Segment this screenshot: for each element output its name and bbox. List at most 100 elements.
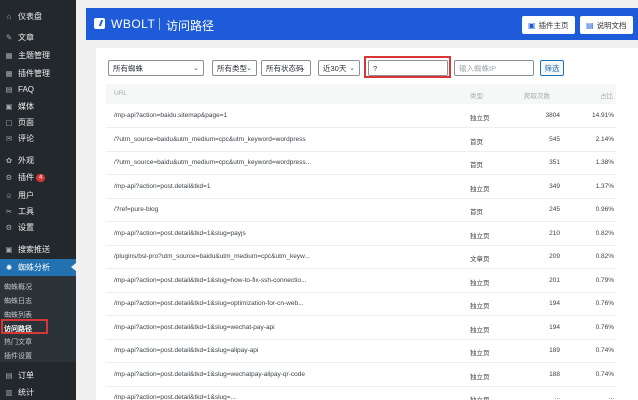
- table-row: /?utm_source=baidu&utm_medium=cpc&utm_ke…: [106, 152, 616, 175]
- url-cell[interactable]: /mp-api?action=post.detail&tkd=1&slug=pa…: [114, 230, 246, 237]
- url-cell[interactable]: /mp-api?action=post.detail&tkd=1&slug=we…: [114, 371, 305, 378]
- sidebar-item-9[interactable]: ⚙ 插件 4: [0, 170, 76, 185]
- sidebar-item-label: 设置: [18, 223, 34, 232]
- table-row: /mp-api?action=post.detail&tkd=1&slug=we…: [106, 317, 616, 340]
- faq-icon: ▤: [5, 85, 13, 94]
- comment-icon: ✉: [5, 134, 13, 143]
- plugin-home-label: 插件主页: [538, 20, 569, 30]
- sidebar-item-16[interactable]: ▥ 统计: [0, 385, 76, 400]
- doc-icon: ▤: [586, 20, 594, 30]
- sidebar-item-label: FAQ: [18, 85, 35, 94]
- type-cell: 独立页: [470, 350, 490, 357]
- type-cell: 独立页: [470, 326, 490, 334]
- sidebar-item-10[interactable]: ☺ 用户: [0, 188, 76, 203]
- table-row: /mp-api?action=post.detail&tkd=1&slug=we…: [106, 364, 616, 387]
- type-select[interactable]: 所有类型 ⌄: [212, 60, 257, 76]
- url-cell[interactable]: /?utm_source=baidu&utm_medium=cpc&utm_ke…: [114, 159, 311, 166]
- status-select[interactable]: 所有状态码 ⌄: [261, 60, 311, 76]
- plugin-manage-icon: ▦: [5, 69, 13, 78]
- table-row: /mp-api?action=post.detail&tkd=1&slug=pa…: [106, 223, 616, 246]
- url-cell[interactable]: /mp-api?action=post.detail&tkd=1&slug=we…: [114, 324, 275, 331]
- plugins-icon: ⚙: [5, 173, 13, 182]
- submenu-item-4[interactable]: 热门文章: [4, 337, 32, 347]
- pin-icon: ✎: [5, 33, 13, 42]
- sidebar-item-5[interactable]: ▣ 媒体: [0, 99, 76, 114]
- type-cell: 独立页: [470, 185, 490, 193]
- pct-cell: 0.74%: [595, 370, 614, 378]
- submenu-item-0[interactable]: 蜘蛛概况: [4, 282, 32, 292]
- sidebar-item-14[interactable]: ✺ 蜘蛛分析: [0, 259, 76, 276]
- sidebar-item-2[interactable]: ▦ 主题管理: [0, 48, 76, 63]
- sidebar-item-3[interactable]: ▦ 插件管理: [0, 66, 76, 81]
- sidebar-item-label: 仪表盘: [18, 12, 42, 21]
- url-cell[interactable]: /?utm_source=baidu&utm_medium=cpc&utm_ke…: [114, 136, 306, 143]
- sidebar-item-12[interactable]: ⚙ 设置: [0, 220, 76, 235]
- sidebar-item-11[interactable]: ✂ 工具: [0, 204, 76, 219]
- visits-cell: 194: [549, 323, 560, 331]
- url-cell[interactable]: /mp-api?action=baidu.sitemap&page=1: [114, 112, 227, 119]
- url-cell[interactable]: /mp-api?action=post.detail&tkd=1&slug=al…: [114, 347, 258, 354]
- submenu-item-5[interactable]: 插件设置: [4, 351, 32, 361]
- sidebar-item-13[interactable]: ▣ 搜索推送: [0, 242, 76, 257]
- sidebar-item-6[interactable]: ▢ 页面: [0, 115, 76, 130]
- pct-cell: 1.38%: [595, 159, 614, 166]
- chevron-down-icon: ⌄: [349, 65, 355, 72]
- type-cell: 首页: [470, 162, 483, 169]
- sidebar-item-7[interactable]: ✉ 评论: [0, 131, 76, 146]
- col-url: URL: [114, 90, 128, 97]
- pct-cell: ...: [608, 394, 614, 400]
- sidebar-item-0[interactable]: ⌂ 仪表盘: [0, 9, 76, 24]
- range-select[interactable]: 近30天 ⌄: [318, 60, 360, 76]
- wp-admin-screen: ⌂ 仪表盘 ✎ 文章 ▦ 主题管理 ▦ 插件管理 ▤ FAQ ▣ 媒体 ▢ 页面 ✉ 评论 ✿ 外观 ⚙ 插件 4 ☺ 用户…: [0, 0, 638, 400]
- docs-button[interactable]: ▤ 说明文档: [580, 16, 633, 34]
- sidebar-item-4[interactable]: ▤ FAQ: [0, 82, 76, 97]
- pct-cell: 0.79%: [595, 276, 614, 284]
- url-cell[interactable]: /mp-api?action=post.detail&tkd=1&slug=op…: [114, 300, 304, 307]
- sidebar-item-label: 用户: [18, 191, 34, 200]
- pct-cell: 1.37%: [595, 182, 614, 190]
- type-select-value: 所有类型: [217, 63, 247, 73]
- visits-cell: 201: [549, 276, 560, 284]
- chevron-down-icon: ⌄: [300, 65, 306, 72]
- url-cell[interactable]: /mp-api?action=post.detail&tkd=1&slug=ho…: [114, 277, 306, 284]
- search-push-icon: ▣: [5, 245, 13, 254]
- table-header: URL 类型 爬取次数 占比: [106, 84, 616, 104]
- sidebar-item-1[interactable]: ✎ 文章: [0, 30, 76, 45]
- url-cell[interactable]: /mp-api?action=post.detail&tkd=1&slug=..…: [114, 394, 236, 400]
- type-cell: 独立页: [470, 232, 490, 240]
- filter-button[interactable]: 筛选: [540, 60, 564, 76]
- type-cell: 独立页: [470, 303, 490, 310]
- plugin-header: WBOLT 访问路径 ▣ 插件主页 ▤ 说明文档: [86, 8, 638, 40]
- url-cell[interactable]: /plugins/bsl-pro?utm_source=baidu&utm_me…: [114, 253, 310, 260]
- docs-label: 说明文档: [596, 20, 627, 30]
- type-cell: 独立页: [470, 394, 490, 400]
- stats-icon: ▥: [5, 388, 13, 397]
- visits-cell: 189: [549, 347, 560, 354]
- plugin-home-button[interactable]: ▣ 插件主页: [522, 16, 575, 34]
- sidebar-item-label: 外观: [18, 156, 34, 165]
- ip-filter-input[interactable]: 输入蜘蛛IP: [454, 60, 534, 76]
- media-icon: ▣: [5, 102, 13, 111]
- url-cell[interactable]: /mp-api?action=post.detail&tkd=1: [114, 183, 210, 190]
- active-arrow-icon: [71, 263, 76, 271]
- visits-cell: 188: [549, 370, 560, 378]
- type-cell: 独立页: [470, 279, 490, 287]
- url-cell[interactable]: /?ref=pure-blog: [114, 206, 158, 213]
- sidebar-item-8[interactable]: ✿ 外观: [0, 153, 76, 168]
- visits-cell: 210: [549, 229, 560, 237]
- submenu-item-1[interactable]: 蜘蛛日志: [4, 296, 32, 306]
- update-count-badge: 4: [36, 173, 46, 182]
- sidebar-item-label: 统计: [18, 388, 34, 397]
- col-type: 类型: [470, 93, 483, 100]
- table-row: /mp-api?action=post.detail&tkd=1&slug=..…: [106, 387, 616, 400]
- visits-cell: 351: [549, 159, 560, 166]
- ip-filter-placeholder: 输入蜘蛛IP: [459, 63, 497, 73]
- sidebar-item-label: 订单: [18, 371, 34, 380]
- spider-select[interactable]: 所有蜘蛛 ⌄: [108, 60, 204, 76]
- pct-cell: 14.91%: [591, 112, 614, 119]
- sidebar-item-15[interactable]: ▤ 订单: [0, 368, 76, 383]
- sidebar-item-label: 媒体: [18, 102, 34, 111]
- theme-icon: ▦: [5, 51, 13, 60]
- visits-cell: 245: [549, 206, 560, 213]
- sidebar-item-label: 文章: [18, 33, 34, 42]
